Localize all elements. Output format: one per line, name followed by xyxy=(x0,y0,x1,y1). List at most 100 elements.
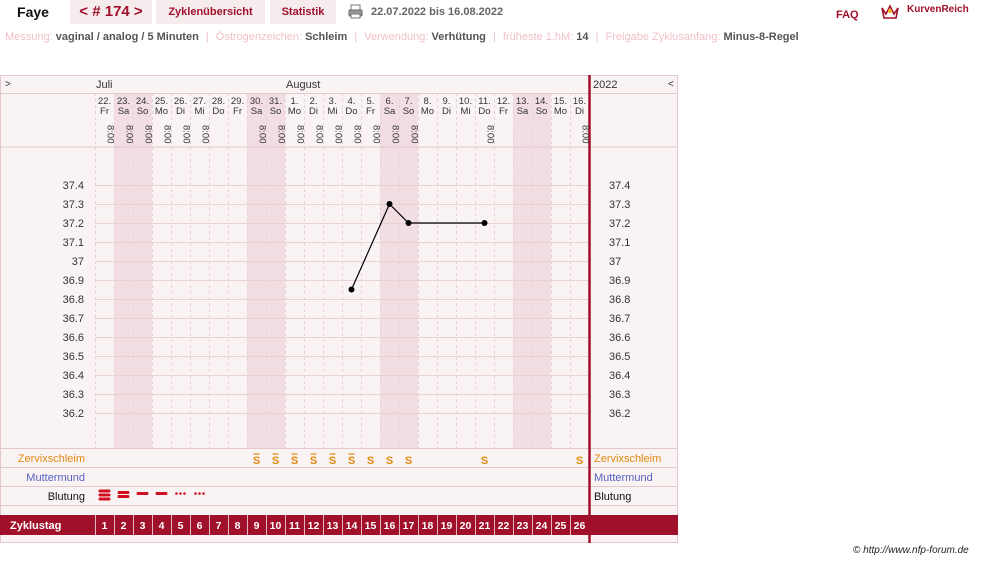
day-weekday-label: Mi xyxy=(460,106,470,117)
messung-value: vaginal / analog / 5 Minuten xyxy=(55,31,199,43)
day-weekday-label: Mi xyxy=(327,106,337,117)
cycle-day-number: 26 xyxy=(574,520,586,532)
bleeding-mark xyxy=(98,489,111,493)
y-tick-label: 36.5 xyxy=(609,351,630,363)
user-name: Faye xyxy=(0,0,66,24)
cycle-day-number: 12 xyxy=(308,520,320,532)
zervix-mark: S xyxy=(405,455,412,467)
chart-background xyxy=(0,75,678,543)
day-weekday-label: So xyxy=(137,106,149,117)
y-tick-label: 36.7 xyxy=(609,313,630,325)
freigabe-value: Minus-8-Regel xyxy=(723,31,799,43)
cycle-day-number: 18 xyxy=(422,520,434,532)
cycle-day-bar: Zyklustag 1 2 3 4 5 6 7 8 9 10 11 12 13 14 15 16 17 18 19 20… xyxy=(0,515,678,535)
day-time-label: 8:00 xyxy=(390,125,401,144)
kurvenreich-logo-text[interactable]: KurvenReich xyxy=(907,0,969,20)
cycle-day-number: 3 xyxy=(140,520,146,532)
day-time-label: 8:00 xyxy=(276,125,287,144)
day-time-label: 8:00 xyxy=(162,125,173,144)
zervix-mark: S xyxy=(367,455,374,467)
date-range: 22.07.2022 bis 16.08.2022 xyxy=(371,6,504,18)
day-weekday-label: Mo xyxy=(288,106,301,117)
day-weekday-label: Mi xyxy=(194,106,204,117)
separator: | xyxy=(492,31,496,43)
spotting-mark xyxy=(194,492,197,495)
nav-right-arrow: > xyxy=(5,79,11,90)
verwendung-label: Verwendung: xyxy=(364,31,429,43)
bleeding-mark xyxy=(155,492,168,495)
bleeding-mark xyxy=(98,493,111,497)
zervix-label: Zervixschleim xyxy=(18,453,85,465)
day-time-label: 8:00 xyxy=(181,125,192,144)
zervix-mark: S xyxy=(576,455,583,467)
freigabe-label: Freigabe Zyklusanfang: xyxy=(605,31,721,43)
day-weekday-label: Sa xyxy=(384,106,396,117)
cycle-day-number: 7 xyxy=(216,520,222,532)
crown-logo-icon[interactable] xyxy=(880,2,900,20)
y-tick-label: 37.2 xyxy=(63,218,84,230)
y-tick-label: 36.8 xyxy=(609,294,630,306)
y-tick-label: 37.4 xyxy=(609,180,630,192)
day-time-label: 8:00 xyxy=(485,125,496,144)
day-weekday-label: Di xyxy=(309,106,318,117)
day-time-label: 8:00 xyxy=(143,125,154,144)
zervix-mark: S xyxy=(329,455,336,467)
day-time-label: 8:00 xyxy=(200,125,211,144)
year-label: 2022 xyxy=(593,79,617,91)
y-tick-label: 36.2 xyxy=(63,408,84,420)
temperature-point xyxy=(405,220,412,226)
cycle-info-bar: Messung: vaginal / analog / 5 Minuten | … xyxy=(5,30,799,44)
y-tick-label: 36.7 xyxy=(63,313,84,325)
separator: | xyxy=(205,31,209,43)
printer-icon[interactable] xyxy=(348,4,363,19)
tab-statistics[interactable]: Statistik xyxy=(270,0,336,24)
cycle-day-number: 8 xyxy=(235,520,241,532)
cycle-day-number: 23 xyxy=(517,520,529,532)
y-tick-label: 36.9 xyxy=(609,275,630,287)
tab-cycle-overview[interactable]: Zyklenübersicht xyxy=(156,0,265,24)
y-tick-label: 36.4 xyxy=(63,370,84,382)
month-label: August xyxy=(286,79,320,91)
day-time-label: 8:00 xyxy=(124,125,135,144)
y-tick-label: 37.4 xyxy=(63,180,84,192)
y-tick-label: 37.1 xyxy=(609,237,630,249)
day-weekday-label: So xyxy=(403,106,415,117)
bleeding-mark xyxy=(136,492,149,495)
cycle-day-number: 16 xyxy=(384,520,396,532)
cycle-day-number: 11 xyxy=(289,520,300,532)
hm-value: 14 xyxy=(576,31,589,43)
separator: | xyxy=(595,31,599,43)
day-time-label: 8:00 xyxy=(371,125,382,144)
cycle-day-number: 25 xyxy=(555,520,567,532)
bleeding-mark xyxy=(98,497,111,501)
faq-link[interactable]: FAQ xyxy=(836,3,859,27)
cycle-navigator[interactable]: < # 174 > xyxy=(70,0,152,24)
cycle-day-number: 4 xyxy=(159,520,165,532)
cycle-day-label: Zyklustag xyxy=(10,520,61,532)
blutung-label-right: Blutung xyxy=(594,491,631,503)
day-time-label: 8:00 xyxy=(295,125,306,144)
oestrogen-label: Östrogenzeichen: xyxy=(215,31,302,43)
verwendung-value: Verhütung xyxy=(431,31,486,43)
cycle-day-number: 17 xyxy=(403,520,415,532)
cycle-day-number: 9 xyxy=(254,520,260,532)
cycle-day-number: 14 xyxy=(346,520,358,532)
y-tick-label: 37 xyxy=(609,256,621,268)
cycle-day-number: 5 xyxy=(178,520,184,532)
day-weekday-label: Di xyxy=(176,106,185,117)
y-tick-label: 37.2 xyxy=(609,218,630,230)
cycle-day-number: 6 xyxy=(197,520,203,532)
y-tick-label: 36.4 xyxy=(609,370,630,382)
cycle-day-number: 10 xyxy=(270,520,282,532)
cycle-day-number: 13 xyxy=(327,520,339,532)
temperature-point xyxy=(481,220,488,226)
zervix-mark: S xyxy=(291,455,298,467)
spotting-mark xyxy=(175,492,178,495)
day-weekday-label: Do xyxy=(345,106,357,117)
zervix-mark: S xyxy=(348,455,355,467)
copyright: © http://www.nfp-forum.de xyxy=(853,545,969,556)
muttermund-label-right: Muttermund xyxy=(594,472,653,484)
day-time-label: 8:00 xyxy=(580,125,591,144)
y-tick-label: 37 xyxy=(72,256,84,268)
cycle-day-number: 2 xyxy=(121,520,127,532)
